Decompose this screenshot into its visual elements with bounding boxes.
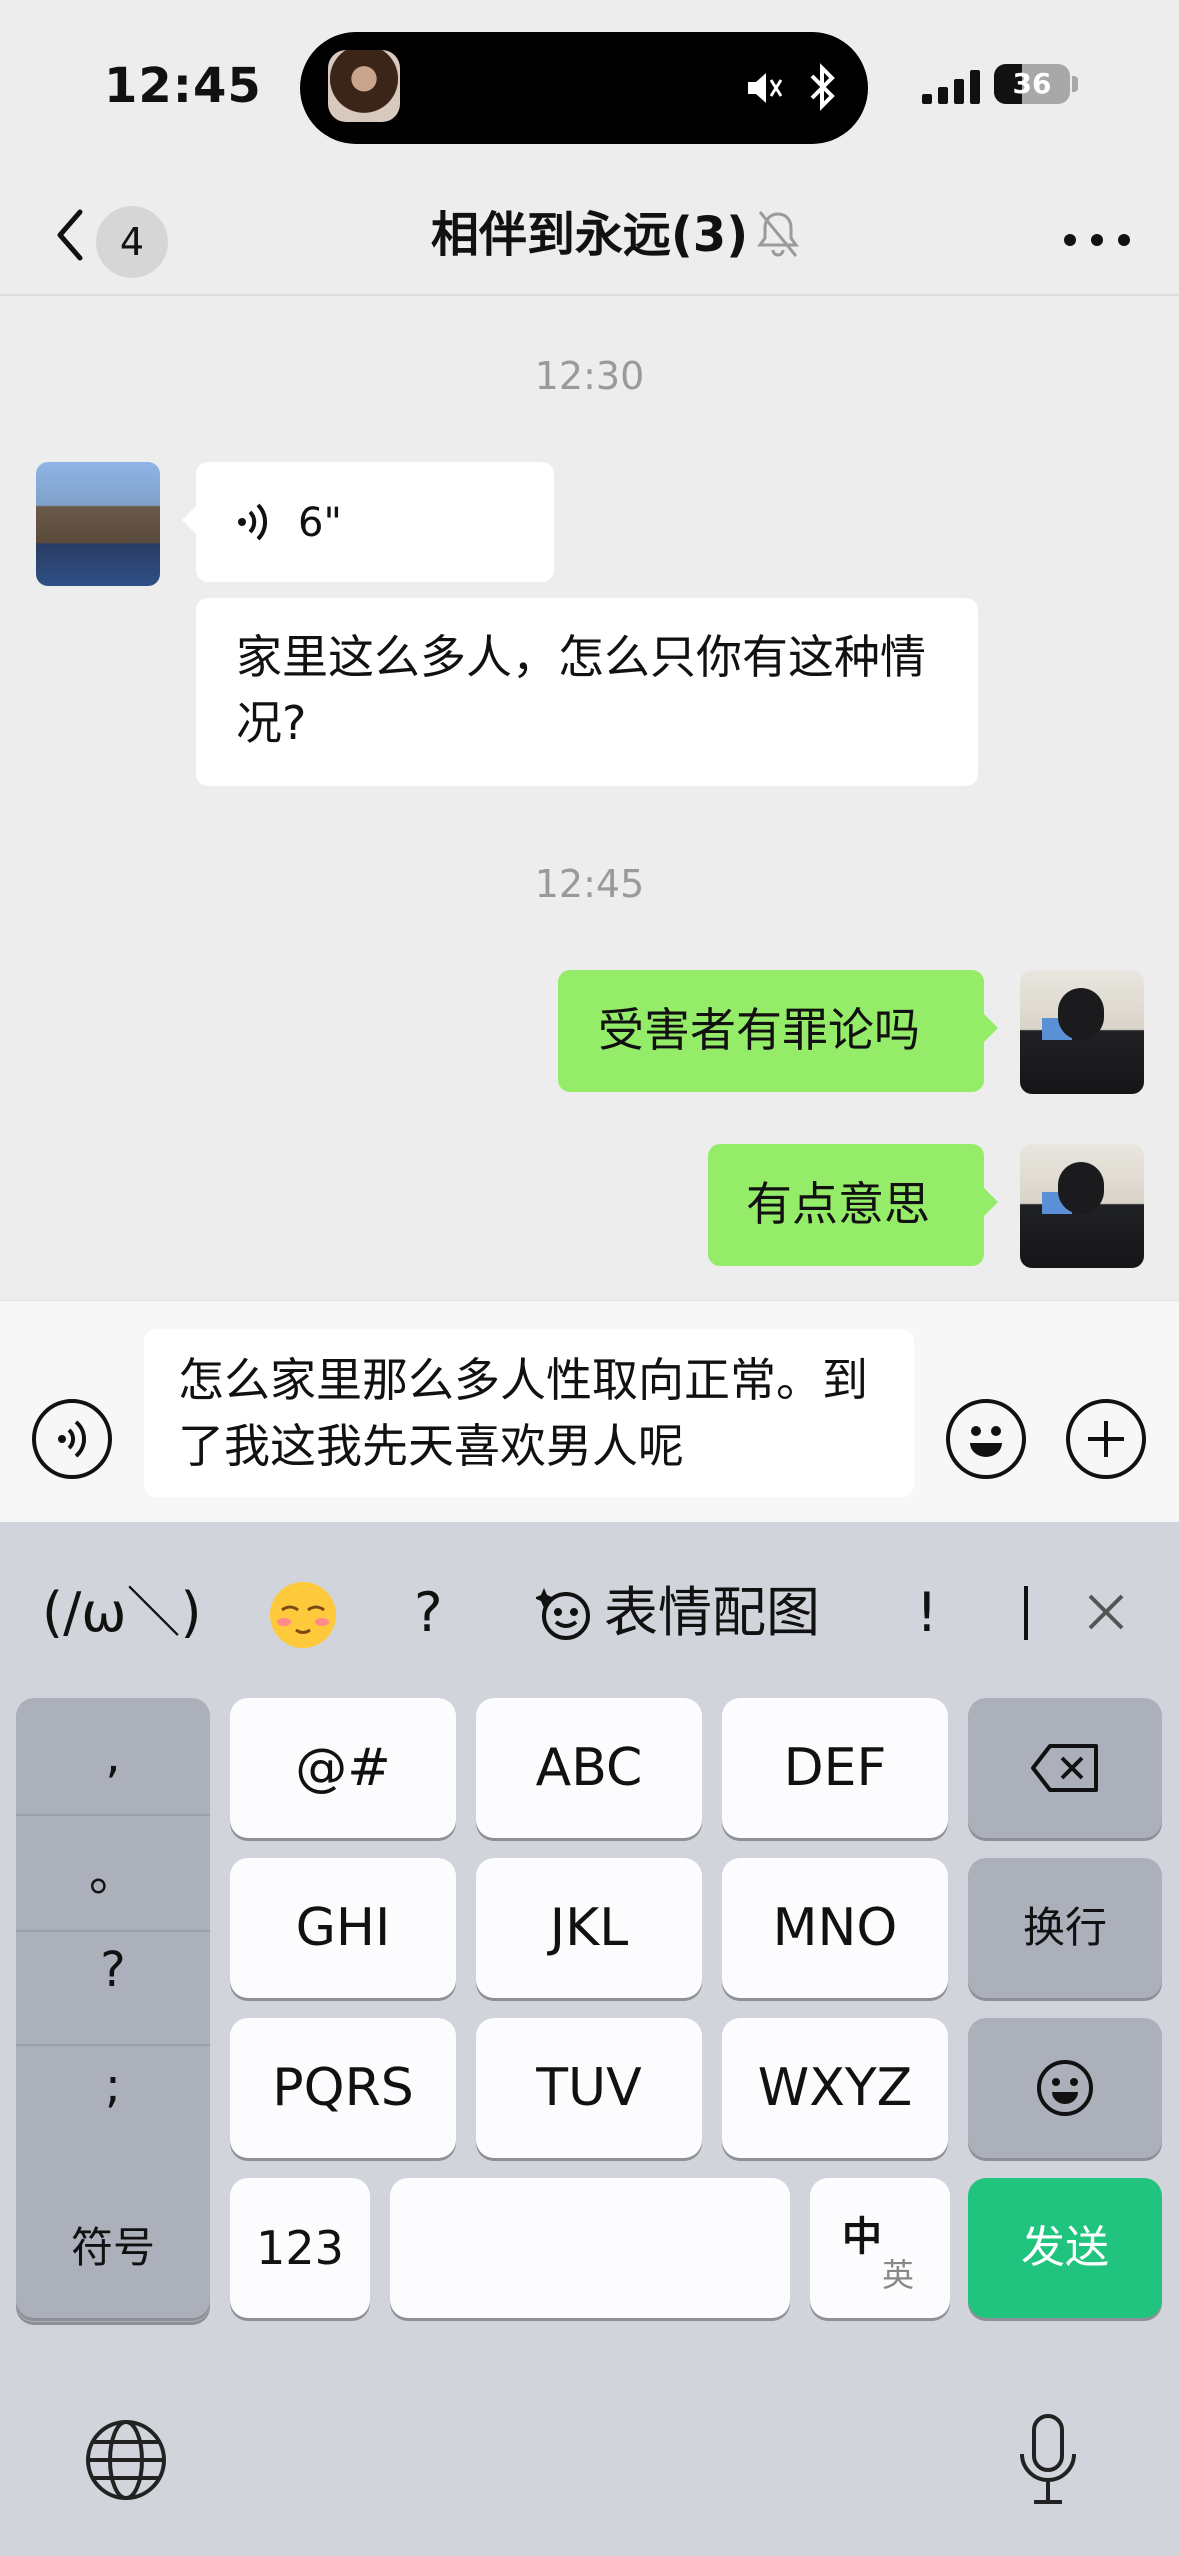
message-text: 有点意思 bbox=[746, 1177, 930, 1231]
newline-key[interactable]: 换行 bbox=[968, 1858, 1162, 1998]
voice-duration: 6" bbox=[298, 500, 342, 546]
dynamic-island[interactable] bbox=[300, 32, 868, 144]
lang-zh-label: 中 bbox=[842, 2214, 882, 2260]
input-bar: 怎么家里那么多人性取向正常。到了我这我先天喜欢男人呢 bbox=[0, 1300, 1179, 1523]
key-jkl[interactable]: JKL bbox=[476, 1858, 702, 1998]
chat-header: 4 相伴到永远(3) bbox=[0, 180, 1179, 296]
my-avatar[interactable] bbox=[1020, 970, 1144, 1094]
signal-icon bbox=[922, 70, 980, 104]
space-key[interactable] bbox=[390, 2178, 790, 2318]
message-list[interactable]: 12:30 6" 家里这么多人，怎么只你有这种情况? 12:45 受害者有罪论吗… bbox=[0, 296, 1179, 1300]
text-cursor bbox=[1024, 1586, 1028, 1640]
punct-key[interactable]: ? bbox=[16, 1912, 210, 2028]
key-ghi[interactable]: GHI bbox=[230, 1858, 456, 1998]
key-pqrs[interactable]: PQRS bbox=[230, 2018, 456, 2158]
emoji-key[interactable] bbox=[968, 2018, 1162, 2158]
sender-avatar[interactable] bbox=[36, 462, 160, 586]
text-message-outgoing[interactable]: 受害者有罪论吗 bbox=[558, 970, 998, 1092]
chat-title: 相伴到永远(3) bbox=[430, 207, 749, 263]
key-symbols-at[interactable]: @# bbox=[230, 1698, 456, 1838]
timestamp: 12:45 bbox=[534, 862, 645, 906]
battery-icon: 36 bbox=[994, 64, 1070, 104]
voice-wave-icon bbox=[58, 1420, 87, 1458]
message-text: 受害者有罪论吗 bbox=[598, 1003, 920, 1057]
text-message-incoming[interactable]: 家里这么多人，怎么只你有这种情况? bbox=[196, 598, 978, 786]
language-toggle-key[interactable]: 中 英 bbox=[810, 2178, 950, 2318]
bluetooth-icon bbox=[810, 63, 835, 111]
status-bar: 12:45 36 bbox=[0, 0, 1179, 180]
candidate-kaomoji[interactable]: (/ω＼) bbox=[42, 1578, 202, 1648]
numbers-key[interactable]: 123 bbox=[230, 2178, 370, 2318]
microphone-icon[interactable] bbox=[1016, 2412, 1080, 2508]
keyboard: (/ω＼) ? 表情配图 ! , 。 ? ; @# ABC DEF GHI JK… bbox=[0, 1522, 1179, 2556]
timestamp: 12:30 bbox=[534, 354, 645, 398]
emoji-button[interactable] bbox=[946, 1399, 1026, 1479]
speaker-muted-icon bbox=[748, 73, 783, 103]
voice-wave-icon bbox=[238, 503, 268, 541]
text-message-outgoing[interactable]: 有点意思 bbox=[708, 1144, 998, 1266]
more-functions-button[interactable] bbox=[1066, 1399, 1146, 1479]
punct-key[interactable]: , bbox=[16, 1698, 210, 1814]
candidate-exclaim[interactable]: ! bbox=[916, 1578, 938, 1648]
candidate-sticker[interactable]: 表情配图 bbox=[604, 1578, 820, 1648]
muted-bell-icon bbox=[757, 211, 799, 257]
status-time: 12:45 bbox=[104, 58, 262, 114]
blush-emoji-icon[interactable] bbox=[268, 1580, 338, 1650]
lang-en-label: 英 bbox=[882, 2256, 915, 2294]
smile-icon bbox=[970, 1426, 1002, 1457]
more-options-button[interactable] bbox=[1062, 216, 1132, 256]
battery-level: 36 bbox=[1012, 67, 1052, 100]
globe-icon[interactable] bbox=[84, 2418, 168, 2502]
island-avatar bbox=[328, 50, 400, 122]
key-tuv[interactable]: TUV bbox=[476, 2018, 702, 2158]
close-icon[interactable] bbox=[1086, 1592, 1126, 1632]
punct-key[interactable]: ; bbox=[16, 2028, 210, 2144]
key-def[interactable]: DEF bbox=[722, 1698, 948, 1838]
voice-message[interactable]: 6" bbox=[182, 462, 554, 582]
battery-tip bbox=[1072, 76, 1078, 92]
sticker-icon bbox=[536, 1588, 590, 1640]
candidate-question[interactable]: ? bbox=[414, 1578, 443, 1648]
key-mno[interactable]: MNO bbox=[722, 1858, 948, 1998]
key-wxyz[interactable]: WXYZ bbox=[722, 2018, 948, 2158]
keyboard-bottom-bar bbox=[0, 2342, 1179, 2556]
voice-input-button[interactable] bbox=[32, 1399, 112, 1479]
backspace-key[interactable] bbox=[968, 1698, 1162, 1838]
plus-icon bbox=[1088, 1421, 1124, 1457]
symbols-key[interactable]: 符号 bbox=[16, 2178, 210, 2318]
key-abc[interactable]: ABC bbox=[476, 1698, 702, 1838]
backspace-icon bbox=[1031, 1744, 1098, 1792]
smile-icon bbox=[1037, 2060, 1093, 2116]
message-input[interactable]: 怎么家里那么多人性取向正常。到了我这我先天喜欢男人呢 bbox=[144, 1329, 914, 1497]
my-avatar[interactable] bbox=[1020, 1144, 1144, 1268]
send-key[interactable]: 发送 bbox=[968, 2178, 1162, 2318]
